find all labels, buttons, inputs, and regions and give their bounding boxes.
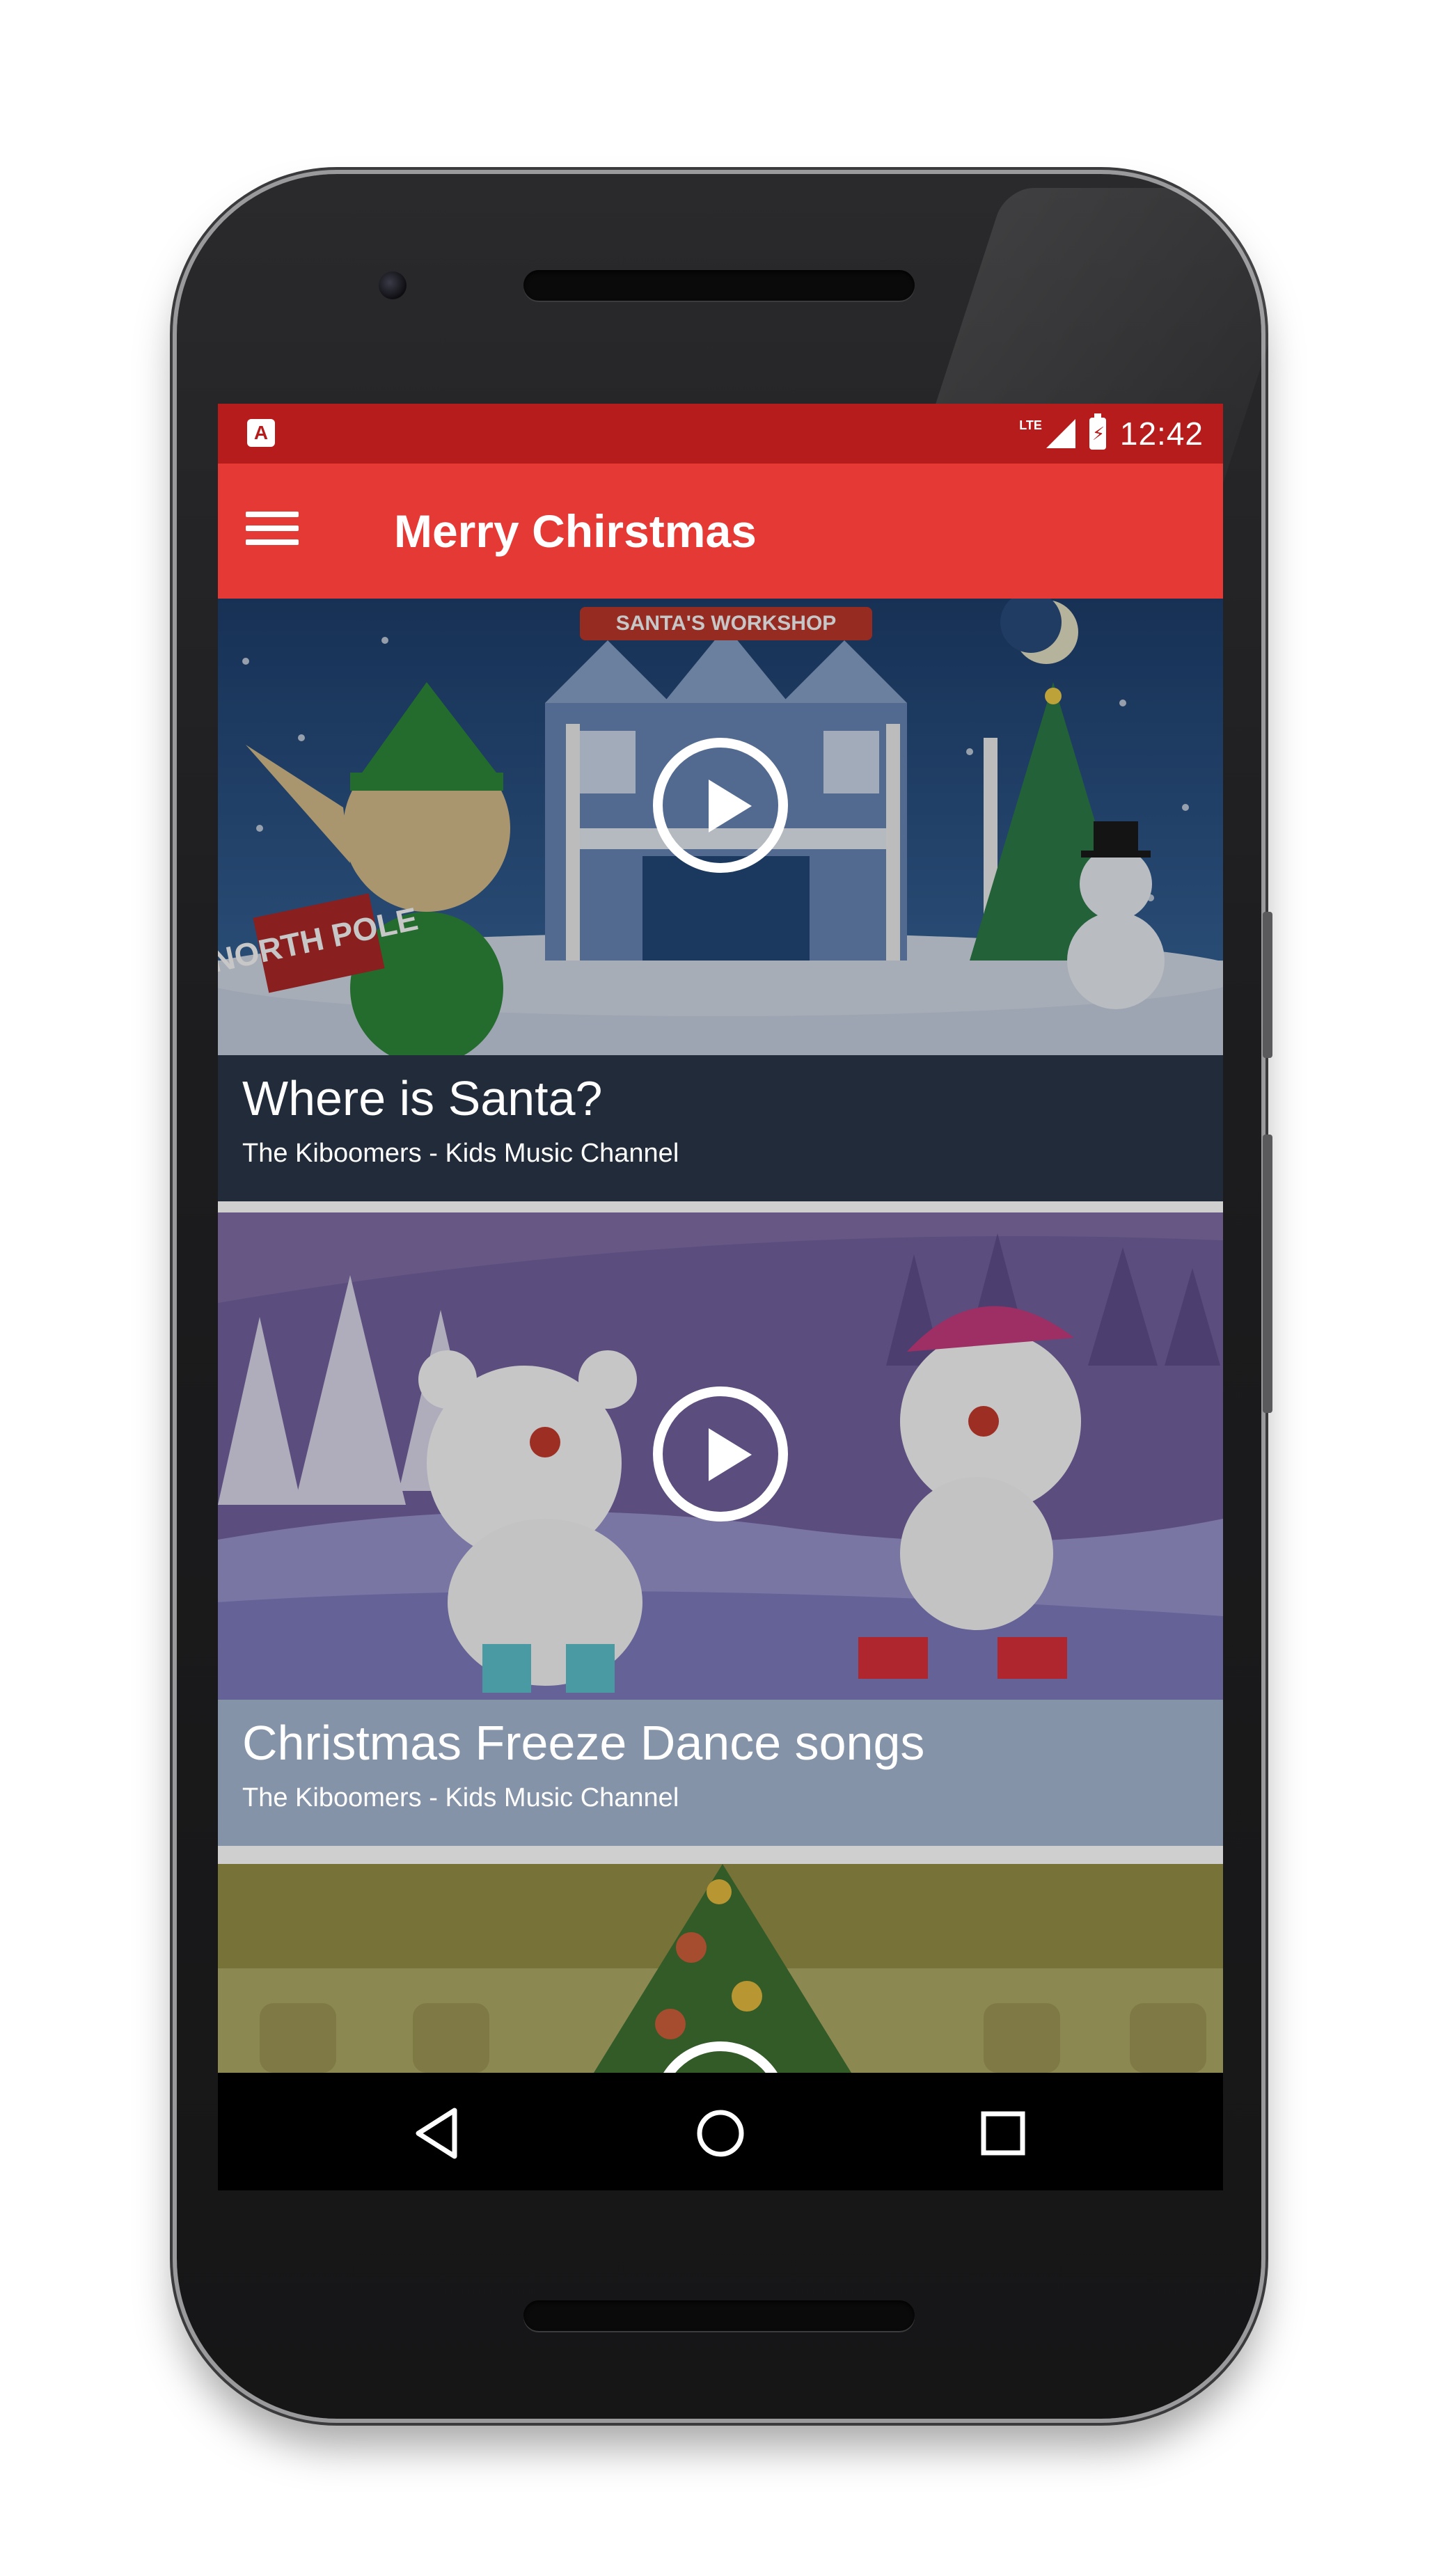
phone-screen: A LTE ⚡ 12:42 Merry Chirstmas SANTA'S WO… (218, 404, 1223, 2190)
video-caption: Where is Santa? The Kiboomers - Kids Mus… (218, 1055, 1223, 1201)
recents-square-icon[interactable] (972, 2102, 1034, 2165)
power-button (1263, 1135, 1272, 1413)
video-title: Christmas Freeze Dance songs (242, 1716, 925, 1770)
video-channel: The Kiboomers - Kids Music Channel (242, 1139, 679, 1168)
video-channel: The Kiboomers - Kids Music Channel (242, 1783, 679, 1812)
back-triangle-icon[interactable] (406, 2102, 468, 2165)
front-camera (379, 271, 407, 299)
video-card[interactable] (218, 1864, 1223, 2073)
play-icon[interactable] (653, 738, 788, 873)
video-thumbnail[interactable] (218, 1212, 1223, 1700)
home-circle-icon[interactable] (689, 2102, 752, 2165)
page-title: Merry Chirstmas (394, 505, 757, 557)
video-thumbnail[interactable]: SANTA'S WORKSHOP NORTH POLE (218, 599, 1223, 1055)
volume-button (1263, 912, 1272, 1058)
signal-icon (1046, 419, 1075, 448)
video-card[interactable]: Christmas Freeze Dance songs The Kiboome… (218, 1212, 1223, 1853)
video-title: Where is Santa? (242, 1071, 603, 1125)
hamburger-menu-icon[interactable] (246, 505, 301, 554)
lte-label: LTE (1019, 418, 1042, 432)
earpiece-speaker (523, 270, 915, 301)
battery-charging-icon: ⚡ (1089, 413, 1106, 450)
play-icon[interactable] (653, 1386, 788, 1522)
video-thumbnail[interactable] (218, 1864, 1223, 2073)
video-caption: Christmas Freeze Dance songs The Kiboome… (218, 1700, 1223, 1846)
notification-icon: A (247, 419, 275, 447)
bottom-speaker (523, 2300, 915, 2331)
video-list[interactable]: SANTA'S WORKSHOP NORTH POLE Where is San… (218, 599, 1223, 2073)
app-bar: Merry Chirstmas (218, 464, 1223, 599)
status-bar: A LTE ⚡ 12:42 (218, 404, 1223, 464)
video-card[interactable]: SANTA'S WORKSHOP NORTH POLE Where is San… (218, 599, 1223, 1201)
navigation-bar (218, 2073, 1223, 2190)
status-clock: 12:42 (1119, 416, 1204, 452)
